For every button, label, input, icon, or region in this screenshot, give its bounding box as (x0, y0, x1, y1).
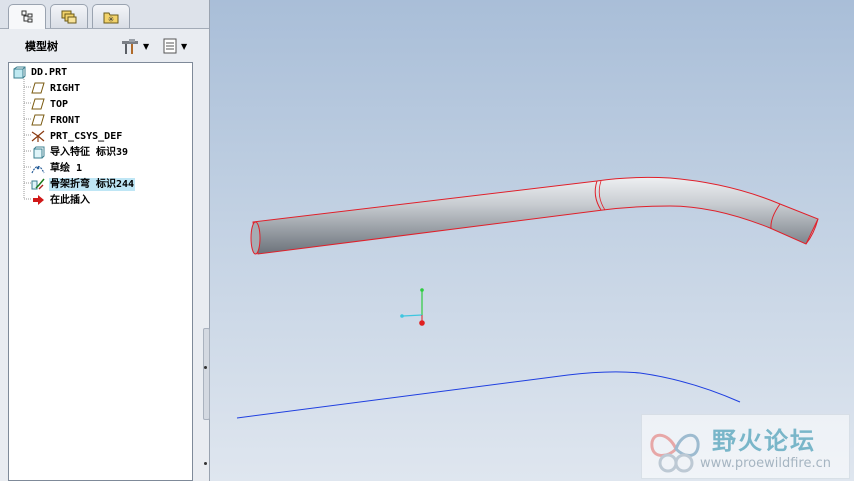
sketch-curve[interactable] (236, 371, 741, 419)
butterfly-logo-icon (650, 433, 700, 473)
import-feature-icon (31, 145, 45, 159)
tree-item-sketch[interactable]: 草绘 1 (31, 160, 83, 176)
tube-end-left (250, 221, 261, 255)
layers-icon (61, 10, 77, 23)
tree-item-label: FRONT (50, 114, 81, 126)
splitter-handle[interactable] (203, 328, 210, 420)
spinal-bend-icon (31, 177, 45, 191)
part-icon (12, 65, 26, 79)
watermark-url: www.proewildfire.cn (700, 456, 831, 471)
navigator-panel: ✳ 模型树 ▼ ▼ DD.PRT RIGHT TOP FRONT PRT_CSY… (0, 0, 210, 481)
tab-layers[interactable] (50, 4, 88, 28)
tree-item-label: 骨架折弯 标识244 (49, 177, 136, 191)
model-tree: DD.PRT RIGHT TOP FRONT PRT_CSYS_DEF 导入特征… (8, 62, 193, 481)
datum-plane-icon (31, 113, 45, 127)
tree-item-front[interactable]: FRONT (31, 112, 81, 128)
splitter-grip-icon (204, 366, 207, 369)
tree-show-button[interactable]: ▼ (162, 36, 187, 56)
tree-item-label: 草绘 1 (50, 162, 83, 174)
csys-icon (31, 129, 45, 143)
watermark: 野火论坛 www.proewildfire.cn (641, 414, 850, 479)
tree-item-top[interactable]: TOP (31, 96, 69, 112)
datum-plane-icon (31, 97, 45, 111)
tree-item-label: TOP (50, 98, 69, 110)
tree-item-part[interactable]: DD.PRT (12, 64, 68, 80)
navigator-tab-strip: ✳ (0, 0, 209, 29)
tree-item-insert-here[interactable]: 在此插入 (31, 192, 91, 208)
tab-model-tree[interactable] (8, 4, 46, 29)
folder-star-icon: ✳ (103, 12, 119, 24)
tree-item-label: PRT_CSYS_DEF (50, 130, 123, 142)
tube-body[interactable] (252, 176, 819, 255)
model-graphics[interactable] (210, 0, 854, 481)
tree-item-label: RIGHT (50, 82, 81, 94)
graphics-viewport[interactable]: 野火论坛 www.proewildfire.cn (210, 0, 854, 481)
list-icon (163, 38, 177, 54)
watermark-title: 野火论坛 (712, 427, 816, 455)
tree-item-label: DD.PRT (31, 66, 68, 78)
csys-triad (400, 288, 425, 326)
tab-folder-browser[interactable]: ✳ (92, 4, 130, 28)
svg-text:✳: ✳ (108, 15, 115, 24)
insert-here-arrow-icon (31, 193, 45, 207)
tree-item-spinal-bend[interactable]: 骨架折弯 标识244 (31, 176, 136, 192)
tree-item-import-feature[interactable]: 导入特征 标识39 (31, 144, 129, 160)
tree-item-csys[interactable]: PRT_CSYS_DEF (31, 128, 123, 144)
tree-settings-button[interactable]: ▼ (120, 36, 149, 56)
model-tree-header: 模型树 ▼ ▼ (0, 29, 209, 62)
sketch-icon (31, 161, 45, 175)
chevron-down-icon: ▼ (181, 41, 188, 51)
tree-item-right[interactable]: RIGHT (31, 80, 81, 96)
splitter-grip-icon (204, 462, 207, 465)
tree-item-label: 导入特征 标识39 (50, 146, 129, 158)
panel-splitter[interactable] (201, 320, 210, 481)
chevron-down-icon: ▼ (143, 41, 150, 51)
tools-icon (122, 39, 138, 54)
tree-item-label: 在此插入 (50, 194, 90, 206)
model-tree-icon (21, 10, 33, 23)
datum-plane-icon (31, 81, 45, 95)
model-tree-title: 模型树 (25, 40, 58, 53)
